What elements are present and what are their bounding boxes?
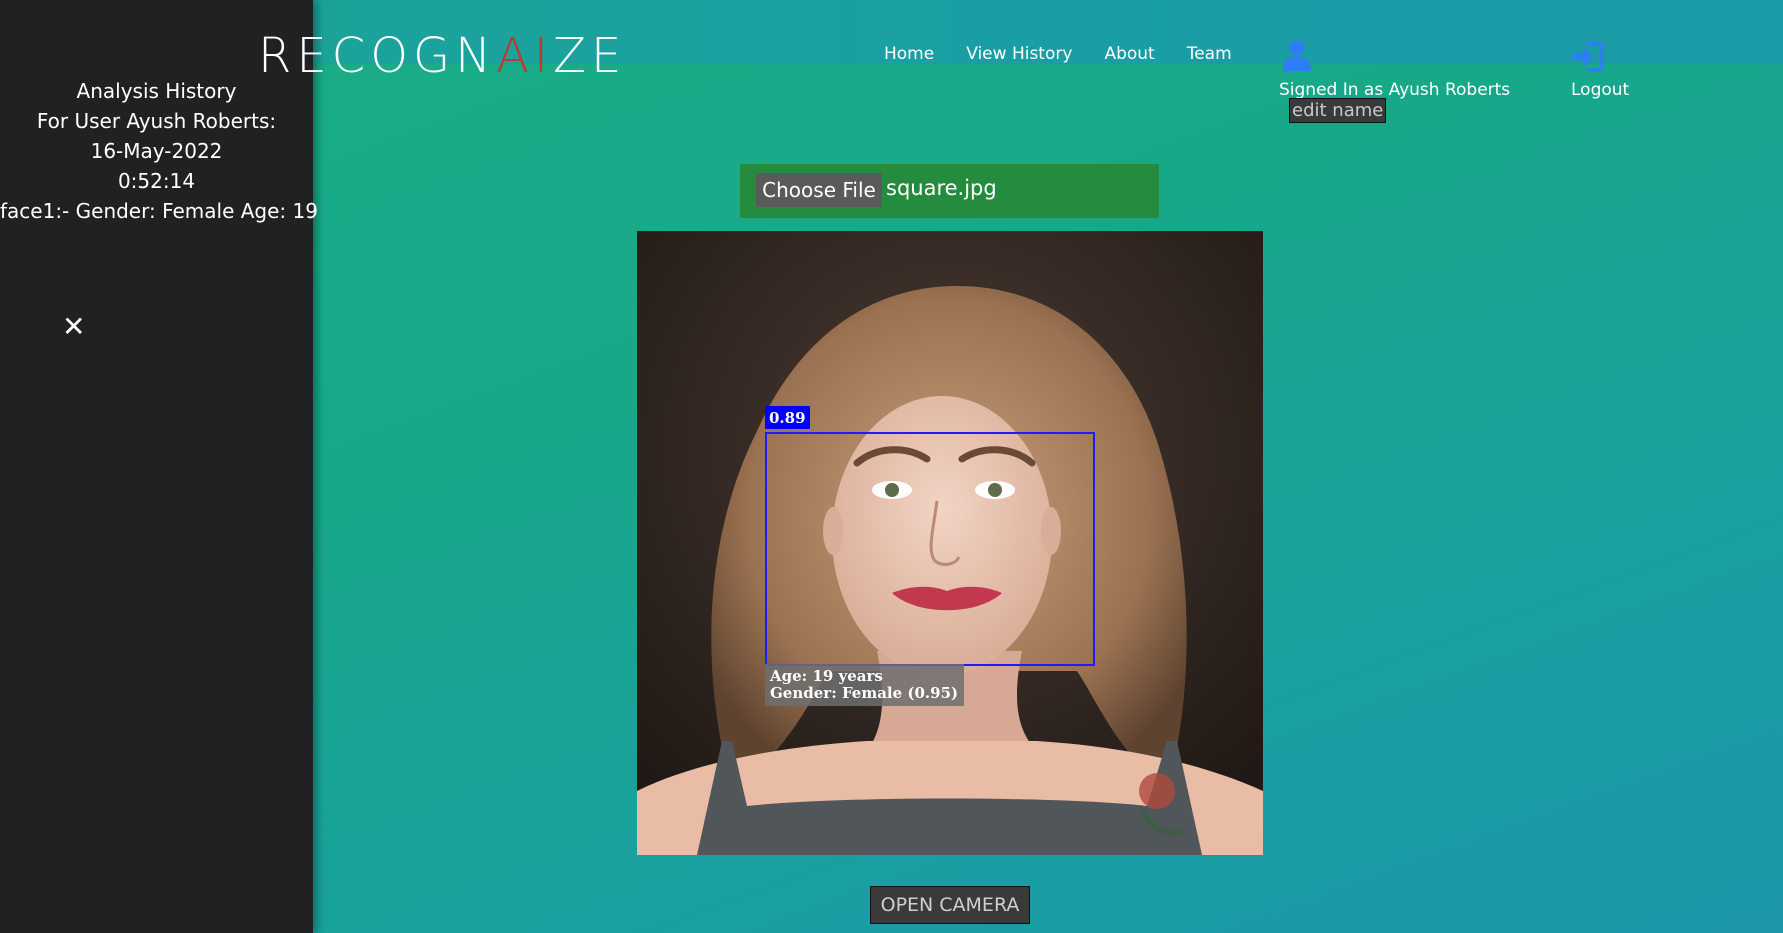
face-bounding-box <box>765 432 1095 666</box>
logo[interactable]: RECOGNAIZE <box>258 28 626 84</box>
edit-name-button[interactable]: edit name <box>1289 98 1387 123</box>
history-user: For User Ayush Roberts: <box>36 109 277 133</box>
history-content: Analysis History For User Ayush Roberts:… <box>0 76 318 226</box>
prediction-label: Age: 19 years Gender: Female (0.95) <box>765 664 965 706</box>
logo-text-end: ZE <box>553 28 627 84</box>
logout-link[interactable]: Logout <box>1571 80 1629 100</box>
file-upload: Choose File square.jpg <box>740 164 1159 218</box>
nav-view-history[interactable]: View History <box>966 44 1072 64</box>
main-nav: Home View History About Team <box>884 44 1232 64</box>
history-sidebar: Analysis History For User Ayush Roberts:… <box>0 0 318 933</box>
gender-prediction: Gender: Female (0.95) <box>770 684 959 702</box>
nav-about[interactable]: About <box>1104 44 1154 64</box>
history-date: 16-May-2022 <box>90 139 223 163</box>
analyzed-photo: 0.89 Age: 19 years Gender: Female (0.95) <box>637 231 1263 855</box>
choose-file-button[interactable]: Choose File <box>756 173 882 207</box>
logo-text-accent: AI <box>496 28 554 84</box>
logout-icon[interactable] <box>1570 40 1606 74</box>
history-face-entry: face1:- Gender: Female Age: 19 <box>0 199 318 223</box>
confidence-label: 0.89 <box>765 406 810 429</box>
open-camera-button[interactable]: OPEN CAMERA <box>870 886 1030 924</box>
history-time: 0:52:14 <box>117 169 196 193</box>
logo-text-start: RECOGN <box>258 28 497 84</box>
nav-home[interactable]: Home <box>884 44 934 64</box>
age-prediction: Age: 19 years <box>770 667 883 685</box>
close-icon[interactable]: ✕ <box>62 310 85 343</box>
user-icon <box>1283 40 1311 71</box>
selected-file-name: square.jpg <box>886 176 997 200</box>
nav-team[interactable]: Team <box>1187 44 1232 64</box>
signed-in-label: Signed In as Ayush Roberts <box>1279 80 1511 100</box>
